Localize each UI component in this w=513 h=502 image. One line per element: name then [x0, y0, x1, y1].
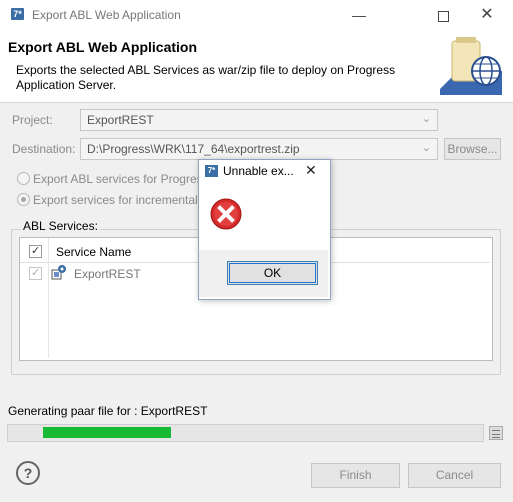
dialog-close-button[interactable]: ✕ — [305, 162, 317, 179]
project-combo[interactable]: ExportREST ⌄ — [80, 109, 438, 131]
error-icon — [210, 198, 242, 230]
select-all-checkbox[interactable]: ✓ — [29, 245, 42, 258]
abl-services-group-label: ABL Services: — [21, 219, 100, 233]
web-application-banner-icon — [440, 37, 502, 95]
minimize-button[interactable]: — — [339, 0, 379, 30]
export-incremental-radio[interactable] — [17, 193, 30, 206]
wizard-description: Exports the selected ABL Services as war… — [16, 63, 396, 92]
window-title: Export ABL Web Application — [32, 8, 181, 22]
ok-button[interactable]: OK — [227, 261, 318, 285]
chevron-down-icon: ⌄ — [421, 142, 431, 154]
app-icon: 7* — [11, 8, 24, 20]
service-icon — [51, 265, 66, 280]
export-full-label: Export ABL services for Progress — [33, 172, 209, 186]
checkmark-icon: ✓ — [31, 267, 41, 279]
service-name-column-header[interactable]: Service Name — [56, 245, 131, 259]
export-full-radio[interactable] — [17, 172, 30, 185]
wizard-title: Export ABL Web Application — [8, 39, 198, 55]
service-row-checkbox[interactable]: ✓ — [29, 267, 42, 280]
destination-label: Destination: — [12, 142, 76, 156]
close-button[interactable]: ✕ — [467, 0, 507, 30]
progress-status-label: Generating paar file for : ExportREST — [8, 404, 208, 418]
project-label: Project: — [12, 113, 53, 127]
chevron-down-icon: ⌄ — [421, 113, 431, 125]
dialog-title: Unnable ex... — [223, 164, 294, 178]
export-incremental-label: Export services for incremental — [33, 193, 198, 207]
help-icon[interactable]: ? — [16, 461, 40, 485]
column-separator — [48, 238, 49, 358]
cancel-button[interactable]: Cancel — [408, 463, 501, 488]
radio-selected-dot — [21, 197, 26, 202]
project-value: ExportREST — [87, 113, 154, 127]
dialog-app-icon: 7* — [205, 165, 218, 177]
progress-bar-fill — [43, 427, 172, 438]
browse-button[interactable]: Browse... — [444, 138, 501, 160]
maximize-icon — [437, 10, 449, 22]
destination-combo[interactable]: D:\Progress\WRK\117_64\exportrest.zip ⌄ — [80, 138, 438, 160]
maximize-button[interactable] — [423, 0, 463, 30]
stop-icon[interactable] — [489, 426, 503, 440]
service-row-name: ExportREST — [74, 267, 141, 281]
finish-button[interactable]: Finish — [311, 463, 400, 488]
destination-value: D:\Progress\WRK\117_64\exportrest.zip — [87, 142, 300, 156]
checkmark-icon: ✓ — [31, 245, 41, 257]
